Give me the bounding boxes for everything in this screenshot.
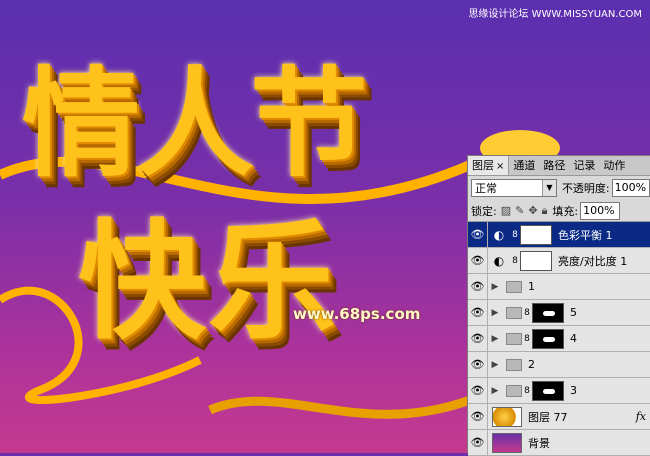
expand-arrow-icon[interactable]: ▶	[488, 386, 502, 396]
eye-icon[interactable]: 👁︎	[468, 274, 488, 299]
fx-icon[interactable]: fx	[636, 410, 646, 423]
eye-icon[interactable]: 👁︎	[468, 404, 488, 429]
layer-row[interactable]: 👁︎ ▶ 2	[468, 352, 650, 378]
lock-all-icon[interactable]: 🔒︎	[542, 204, 548, 218]
link-icon: 8	[524, 307, 530, 318]
lock-move-icon[interactable]: ✥	[528, 204, 537, 217]
layer-row[interactable]: 👁︎ 图层 77 fx	[468, 404, 650, 430]
link-icon: 8	[524, 385, 530, 396]
layer-name: 色彩平衡 1	[558, 228, 613, 242]
layer-thumbnail	[492, 406, 522, 427]
folder-icon	[506, 358, 522, 371]
layer-mask	[532, 328, 564, 349]
layer-name: 4	[570, 332, 577, 345]
lock-row: 锁定: ▨ ✎ ✥ 🔒︎ 填充: 100%	[468, 200, 650, 222]
eye-icon[interactable]: 👁︎	[468, 300, 488, 325]
tab-actions[interactable]: 动作	[599, 156, 629, 175]
folder-icon	[506, 384, 522, 397]
eye-icon[interactable]: 👁︎	[468, 222, 488, 247]
layer-mask	[532, 302, 564, 323]
layer-row[interactable]: 👁︎ ◐ 8 亮度/对比度 1	[468, 248, 650, 274]
chevron-down-icon: ▼	[541, 180, 556, 196]
expand-arrow-icon[interactable]: ▶	[488, 308, 502, 318]
expand-arrow-icon[interactable]: ▶	[488, 360, 502, 370]
fill-input[interactable]: 100%	[580, 201, 621, 220]
eye-icon[interactable]: 👁︎	[468, 352, 488, 377]
art-title-line1: 情人节	[22, 55, 368, 193]
layer-row[interactable]: 👁︎ ◐ 8 色彩平衡 1	[468, 222, 650, 248]
layer-name: 1	[528, 280, 535, 293]
lock-paint-icon[interactable]: ✎	[515, 204, 524, 217]
link-icon: 8	[512, 229, 518, 240]
watermark-top: 思缘设计论坛 WWW.MISSYUAN.COM	[468, 9, 642, 20]
folder-icon	[506, 306, 522, 319]
close-icon[interactable]: ×	[496, 161, 504, 172]
layer-name: 背景	[528, 436, 550, 450]
layer-thumbnail	[492, 432, 522, 453]
layer-name: 图层 77	[528, 410, 568, 424]
expand-arrow-icon[interactable]: ▶	[488, 334, 502, 344]
layer-mask	[520, 224, 552, 245]
tab-channels[interactable]: 通道	[509, 156, 539, 175]
brightness-contrast-icon: ◐	[493, 253, 505, 268]
expand-arrow-icon[interactable]: ▶	[488, 282, 502, 292]
layer-row[interactable]: 👁︎ ▶ 8 5	[468, 300, 650, 326]
tab-layers[interactable]: 图层 ×	[468, 156, 510, 175]
layer-row[interactable]: 👁︎ 背景	[468, 430, 650, 456]
layer-row[interactable]: 👁︎ ▶ 8 3	[468, 378, 650, 404]
eye-icon[interactable]: 👁︎	[468, 378, 488, 403]
color-balance-icon: ◐	[493, 227, 505, 242]
tab-history[interactable]: 记录	[569, 156, 599, 175]
layer-name: 5	[570, 306, 577, 319]
eye-icon[interactable]: 👁︎	[468, 430, 488, 455]
link-icon: 8	[524, 333, 530, 344]
fill-label: 填充:	[552, 204, 579, 218]
layer-mask	[520, 250, 552, 271]
watermark-url: www.68ps.com	[293, 305, 421, 323]
layers-panel: 图层 × 通道 路径 记录 动作 正常 ▼ 不透明度: 100% 锁定: ▨ ✎ …	[467, 155, 650, 456]
layer-name: 3	[570, 384, 577, 397]
panel-tabs: 图层 × 通道 路径 记录 动作	[468, 156, 650, 176]
link-icon: 8	[512, 255, 518, 266]
layer-list: 👁︎ ◐ 8 色彩平衡 1 👁︎ ◐ 8 亮度/对比度 1 👁︎ ▶ 1 👁︎ …	[468, 222, 650, 456]
layer-row[interactable]: 👁︎ ▶ 1	[468, 274, 650, 300]
layer-row[interactable]: 👁︎ ▶ 8 4	[468, 326, 650, 352]
tab-paths[interactable]: 路径	[539, 156, 569, 175]
blend-mode-select[interactable]: 正常 ▼	[471, 179, 557, 197]
art-title-line2: 快乐	[78, 208, 339, 357]
opacity-label: 不透明度:	[561, 182, 610, 195]
layer-mask	[532, 380, 564, 401]
lock-transparent-icon[interactable]: ▨	[501, 204, 511, 217]
eye-icon[interactable]: 👁︎	[468, 248, 488, 273]
lock-label: 锁定:	[471, 204, 497, 218]
folder-icon	[506, 332, 522, 345]
opacity-input[interactable]: 100%	[611, 179, 650, 197]
layer-name: 2	[528, 358, 535, 371]
folder-icon	[506, 280, 522, 293]
blend-row: 正常 ▼ 不透明度: 100%	[468, 176, 650, 200]
eye-icon[interactable]: 👁︎	[468, 326, 488, 351]
layer-name: 亮度/对比度 1	[558, 254, 628, 268]
